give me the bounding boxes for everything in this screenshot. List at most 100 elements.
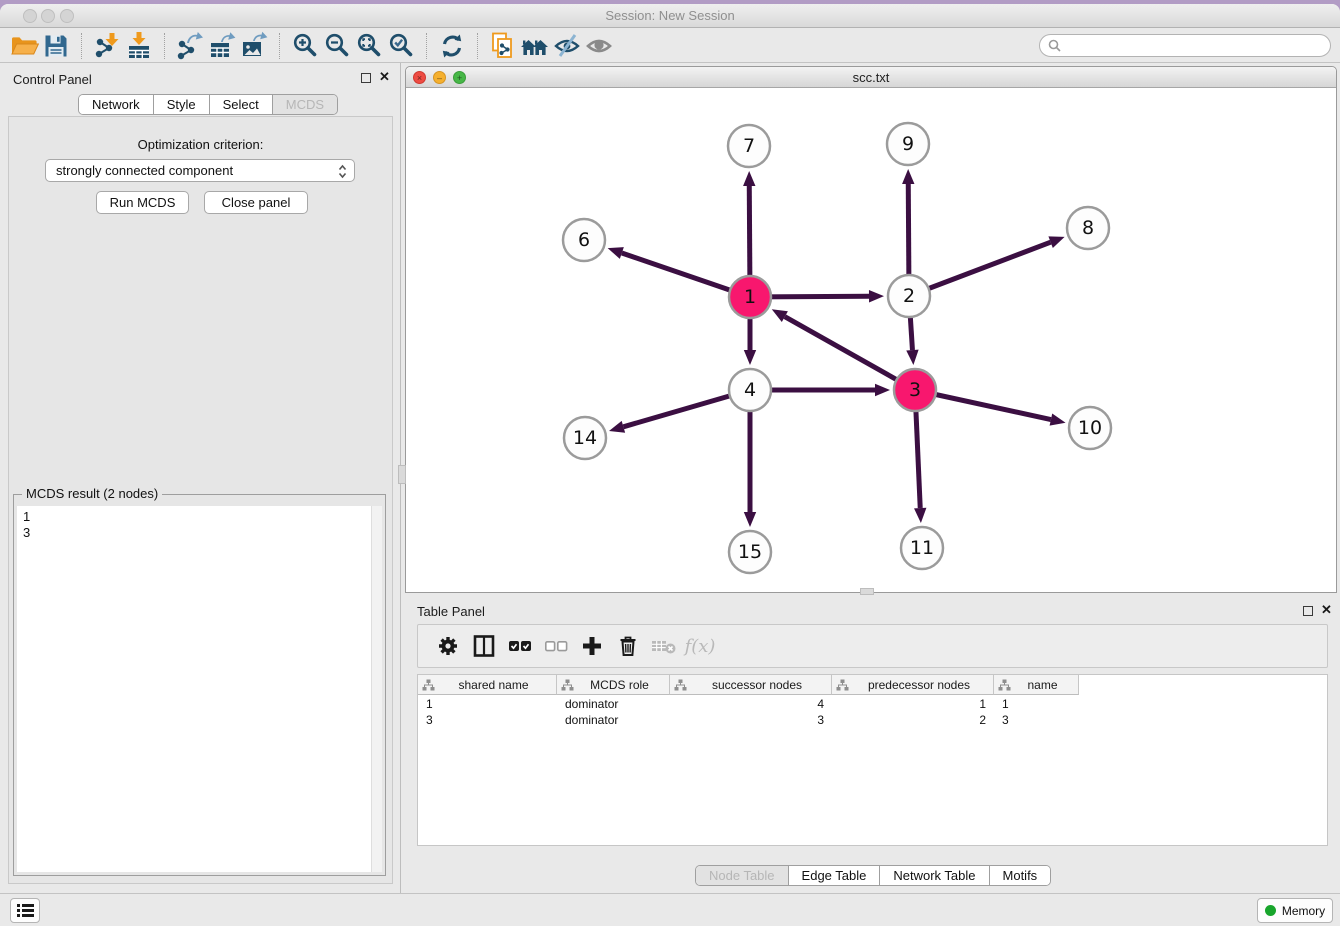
tab-network-table[interactable]: Network Table — [880, 866, 989, 885]
graph-node-10[interactable]: 10 — [1069, 407, 1111, 449]
column-header-MCDS-role[interactable]: MCDS role — [557, 675, 670, 695]
graph-node-3[interactable]: 3 — [894, 369, 936, 411]
run-mcds-button[interactable]: Run MCDS — [96, 191, 189, 214]
svg-text:3: 3 — [909, 379, 921, 401]
save-session-icon[interactable] — [40, 30, 72, 62]
import-table-icon[interactable] — [123, 30, 155, 62]
search-field[interactable] — [1039, 34, 1331, 57]
result-line: 1 — [23, 509, 364, 525]
column-header-predecessor-nodes[interactable]: predecessor nodes — [832, 675, 994, 695]
open-session-icon[interactable] — [8, 30, 40, 62]
tab-select[interactable]: Select — [210, 95, 273, 114]
svg-text:8: 8 — [1082, 217, 1094, 239]
svg-text:1: 1 — [744, 286, 756, 308]
control-panel-tabstrip: NetworkStyleSelectMCDS — [78, 94, 338, 115]
control-panel-float-icon[interactable] — [361, 73, 371, 83]
export-network-icon[interactable] — [174, 30, 206, 62]
table-cell: dominator — [557, 712, 670, 728]
toolbar-separator — [164, 33, 165, 59]
control-panel-title: Control Panel — [13, 72, 92, 87]
fit-content-icon[interactable] — [353, 30, 385, 62]
zoom-out-icon[interactable] — [321, 30, 353, 62]
tab-network[interactable]: Network — [79, 95, 154, 114]
app-minimize-button[interactable] — [41, 9, 55, 23]
task-history-button[interactable] — [10, 898, 40, 923]
table-panel-close-icon[interactable]: ✕ — [1321, 603, 1332, 617]
graph-node-2[interactable]: 2 — [888, 275, 930, 317]
home-icon[interactable] — [519, 30, 551, 62]
export-table-icon[interactable] — [206, 30, 238, 62]
graph-edge-3-10[interactable] — [915, 390, 1066, 426]
svg-text:6: 6 — [578, 229, 590, 251]
graph-edge-3-1[interactable] — [772, 309, 915, 390]
zoom-in-icon[interactable] — [289, 30, 321, 62]
mcds-result-area[interactable]: 13 — [17, 506, 382, 872]
show-graphics-eye-icon[interactable] — [583, 30, 615, 62]
graph-node-1[interactable]: 1 — [729, 276, 771, 318]
table-cell: dominator — [557, 696, 670, 712]
close-panel-button[interactable]: Close panel — [204, 191, 308, 214]
mcds-panel: Optimization criterion: strongly connect… — [8, 116, 393, 884]
control-panel-close-icon[interactable]: ✕ — [379, 70, 390, 84]
splitter-grip-vertical[interactable] — [398, 465, 406, 484]
graph-edge-1-6[interactable] — [608, 247, 750, 297]
import-network-icon[interactable] — [91, 30, 123, 62]
memory-status-icon — [1265, 905, 1276, 916]
application-window: Session: New Session — [0, 4, 1340, 926]
settings-gear-icon[interactable] — [430, 629, 466, 663]
graph-node-14[interactable]: 14 — [564, 417, 606, 459]
column-layout-icon[interactable] — [466, 629, 502, 663]
new-network-from-selection-icon[interactable] — [487, 30, 519, 62]
node-table: shared nameMCDS rolesuccessor nodesprede… — [417, 674, 1328, 846]
splitter-grip-horizontal[interactable] — [860, 588, 874, 595]
add-column-icon[interactable] — [574, 629, 610, 663]
app-zoom-button[interactable] — [60, 9, 74, 23]
app-close-button[interactable] — [23, 9, 37, 23]
tab-mcds[interactable]: MCDS — [273, 95, 337, 114]
main-toolbar — [0, 29, 1340, 63]
refresh-layout-icon[interactable] — [436, 30, 468, 62]
tab-motifs[interactable]: Motifs — [990, 866, 1051, 885]
mcds-result-title: MCDS result (2 nodes) — [22, 486, 162, 501]
deselect-all-columns-icon[interactable] — [538, 629, 574, 663]
status-bar: Memory — [0, 893, 1340, 926]
network-minimize-button[interactable]: – — [433, 71, 446, 84]
column-header-name[interactable]: name — [994, 675, 1079, 695]
graph-node-6[interactable]: 6 — [563, 219, 605, 261]
table-row[interactable]: 3dominator323 — [418, 712, 1079, 728]
tab-style[interactable]: Style — [154, 95, 210, 114]
graph-node-15[interactable]: 15 — [729, 531, 771, 573]
hide-network-icon[interactable] — [551, 30, 583, 62]
memory-label: Memory — [1282, 904, 1325, 918]
network-window-titlebar: × – + scc.txt — [406, 67, 1336, 88]
select-all-columns-icon[interactable] — [502, 629, 538, 663]
graph-node-7[interactable]: 7 — [728, 125, 770, 167]
table-panel-float-icon[interactable] — [1303, 606, 1313, 616]
mcds-result-text: 13 — [17, 506, 370, 872]
tab-node-table[interactable]: Node Table — [696, 866, 789, 885]
graph-node-4[interactable]: 4 — [729, 369, 771, 411]
graph-node-8[interactable]: 8 — [1067, 207, 1109, 249]
network-window-title: scc.txt — [853, 70, 890, 85]
column-header-shared-name[interactable]: shared name — [418, 675, 557, 695]
graph-node-9[interactable]: 9 — [887, 123, 929, 165]
table-row[interactable]: 1dominator411 — [418, 696, 1079, 712]
memory-button[interactable]: Memory — [1257, 898, 1333, 923]
result-scrollbar[interactable] — [371, 506, 382, 872]
column-header-successor-nodes[interactable]: successor nodes — [670, 675, 832, 695]
graph-edge-2-8[interactable] — [909, 236, 1065, 296]
table-cell: 1 — [418, 696, 557, 712]
optimization-criterion-dropdown[interactable]: strongly connected component — [45, 159, 355, 182]
search-input[interactable] — [1065, 36, 1330, 55]
tab-edge-table[interactable]: Edge Table — [789, 866, 881, 885]
svg-text:14: 14 — [573, 427, 597, 449]
network-graph[interactable]: 7 9 6 8 1 2 4 3 14 10 15 11 — [406, 88, 1336, 591]
zoom-selected-icon[interactable] — [385, 30, 417, 62]
network-zoom-button[interactable]: + — [453, 71, 466, 84]
export-image-icon[interactable] — [238, 30, 270, 62]
graph-node-11[interactable]: 11 — [901, 527, 943, 569]
svg-text:4: 4 — [744, 379, 756, 401]
network-canvas[interactable]: 7 9 6 8 1 2 4 3 14 10 15 11 — [406, 88, 1336, 592]
delete-column-icon[interactable] — [610, 629, 646, 663]
network-close-button[interactable]: × — [413, 71, 426, 84]
